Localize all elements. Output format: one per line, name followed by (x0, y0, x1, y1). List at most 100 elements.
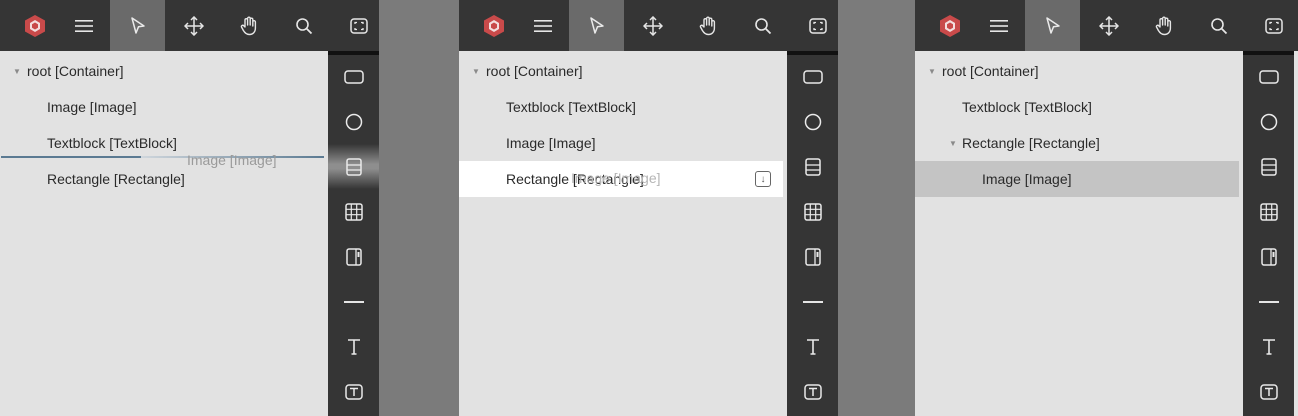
select-tool-button[interactable] (569, 0, 624, 51)
text-icon (1262, 338, 1275, 355)
add-scrollviewer-button[interactable] (787, 234, 838, 279)
app-logo[interactable] (466, 0, 521, 51)
tree-row-label: Textblock [TextBlock] (506, 99, 636, 115)
move-arrows-icon (642, 15, 663, 36)
drop-into-icon[interactable]: ↓ (755, 171, 771, 187)
expand-arrow-icon[interactable]: ▼ (13, 67, 21, 76)
stack-panel-icon (1260, 157, 1277, 176)
toolbar (459, 0, 838, 51)
add-ellipse-button[interactable] (328, 99, 379, 144)
rectangle-icon (802, 69, 823, 84)
move-tool-button[interactable] (625, 0, 680, 51)
menu-button[interactable] (56, 0, 111, 51)
add-line-button[interactable] (1243, 279, 1294, 324)
element-toolbox (1243, 51, 1294, 416)
add-textbox-button[interactable] (1243, 369, 1294, 414)
tree-row-label: root [Container] (27, 63, 124, 79)
element-toolbox (787, 51, 838, 416)
expand-arrow-icon[interactable]: ▼ (949, 139, 957, 148)
zoom-tool-button[interactable] (1191, 0, 1246, 51)
menu-button[interactable] (971, 0, 1026, 51)
drag-ghost-label: Image [Image] (571, 170, 661, 186)
toolbar (915, 0, 1298, 51)
add-ellipse-button[interactable] (787, 99, 838, 144)
search-icon (1210, 17, 1227, 34)
panel-2: ▼ root [Container] Textblock [TextBlock]… (459, 0, 838, 416)
add-scrollviewer-button[interactable] (1243, 234, 1294, 279)
tree-row-label: Rectangle [Rectangle] (47, 171, 185, 187)
add-rectangle-button[interactable] (787, 54, 838, 99)
add-textblock-button[interactable] (1243, 324, 1294, 369)
tree-row[interactable]: Textblock [TextBlock] (915, 89, 1243, 125)
tree-row-label: root [Container] (486, 63, 583, 79)
add-ellipse-button[interactable] (1243, 99, 1294, 144)
add-rectangle-button[interactable] (328, 54, 379, 99)
line-icon (343, 300, 364, 303)
tree-row-selected[interactable]: Image [Image] (915, 161, 1239, 197)
hexagon-logo-icon (483, 14, 504, 37)
text-icon (806, 338, 819, 355)
add-textblock-button[interactable] (787, 324, 838, 369)
textbox-icon (344, 383, 363, 400)
tree-row[interactable]: Image [Image] (0, 89, 328, 125)
drag-ghost-label: Image [Image] (187, 152, 277, 168)
element-toolbox (328, 51, 379, 416)
add-stackpanel-button[interactable] (328, 144, 379, 189)
zoom-tool-button[interactable] (276, 0, 331, 51)
add-grid-button[interactable] (328, 189, 379, 234)
tree-row-root[interactable]: ▼ root [Container] (0, 53, 328, 89)
tree-row-root[interactable]: ▼ root [Container] (459, 53, 787, 89)
add-line-button[interactable] (328, 279, 379, 324)
expand-arrow-icon[interactable]: ▼ (472, 67, 480, 76)
add-rectangle-button[interactable] (1243, 54, 1294, 99)
tree-row-label: Textblock [TextBlock] (962, 99, 1092, 115)
panel-1: ▼ root [Container] Image [Image] Textblo… (0, 0, 379, 416)
menu-button[interactable] (515, 0, 570, 51)
pan-tool-button[interactable] (680, 0, 735, 51)
tree-row[interactable]: Image [Image] (459, 125, 787, 161)
add-stackpanel-button[interactable] (787, 144, 838, 189)
tree-row-root[interactable]: ▼ root [Container] (915, 53, 1243, 89)
stack-panel-icon (804, 157, 821, 176)
select-tool-button[interactable] (110, 0, 165, 51)
fit-screen-button[interactable] (790, 0, 838, 51)
move-tool-button[interactable] (166, 0, 221, 51)
hexagon-logo-icon (24, 14, 45, 37)
app-logo[interactable] (922, 0, 977, 51)
pointer-icon (1045, 16, 1060, 34)
app-logo[interactable] (7, 0, 62, 51)
add-grid-button[interactable] (1243, 189, 1294, 234)
pointer-icon (589, 16, 604, 34)
scrollviewer-icon (1260, 247, 1277, 266)
add-grid-button[interactable] (787, 189, 838, 234)
add-line-button[interactable] (787, 279, 838, 324)
tree-row-label: root [Container] (942, 63, 1039, 79)
expand-arrow-icon[interactable]: ▼ (928, 67, 936, 76)
grid-icon (344, 202, 363, 221)
fit-screen-button[interactable] (1246, 0, 1298, 51)
rectangle-icon (343, 69, 364, 84)
line-icon (802, 300, 823, 303)
add-textblock-button[interactable] (328, 324, 379, 369)
tree-row[interactable]: ▼ Rectangle [Rectangle] (915, 125, 1243, 161)
pan-tool-button[interactable] (1136, 0, 1191, 51)
move-tool-button[interactable] (1081, 0, 1136, 51)
textbox-icon (803, 383, 822, 400)
pan-tool-button[interactable] (221, 0, 276, 51)
fit-screen-button[interactable] (331, 0, 379, 51)
tree-row-label: Image [Image] (47, 99, 137, 115)
select-tool-button[interactable] (1025, 0, 1080, 51)
add-textbox-button[interactable] (328, 369, 379, 414)
add-scrollviewer-button[interactable] (328, 234, 379, 279)
tree-row[interactable]: Rectangle [Rectangle] (0, 161, 328, 197)
scrollviewer-icon (345, 247, 362, 266)
tree-row[interactable]: Textblock [TextBlock] (459, 89, 787, 125)
add-stackpanel-button[interactable] (1243, 144, 1294, 189)
add-textbox-button[interactable] (787, 369, 838, 414)
hand-icon (240, 16, 256, 35)
hamburger-menu-icon (74, 19, 93, 32)
zoom-tool-button[interactable] (735, 0, 790, 51)
scrollviewer-icon (804, 247, 821, 266)
line-icon (1258, 300, 1279, 303)
textbox-icon (1259, 383, 1278, 400)
